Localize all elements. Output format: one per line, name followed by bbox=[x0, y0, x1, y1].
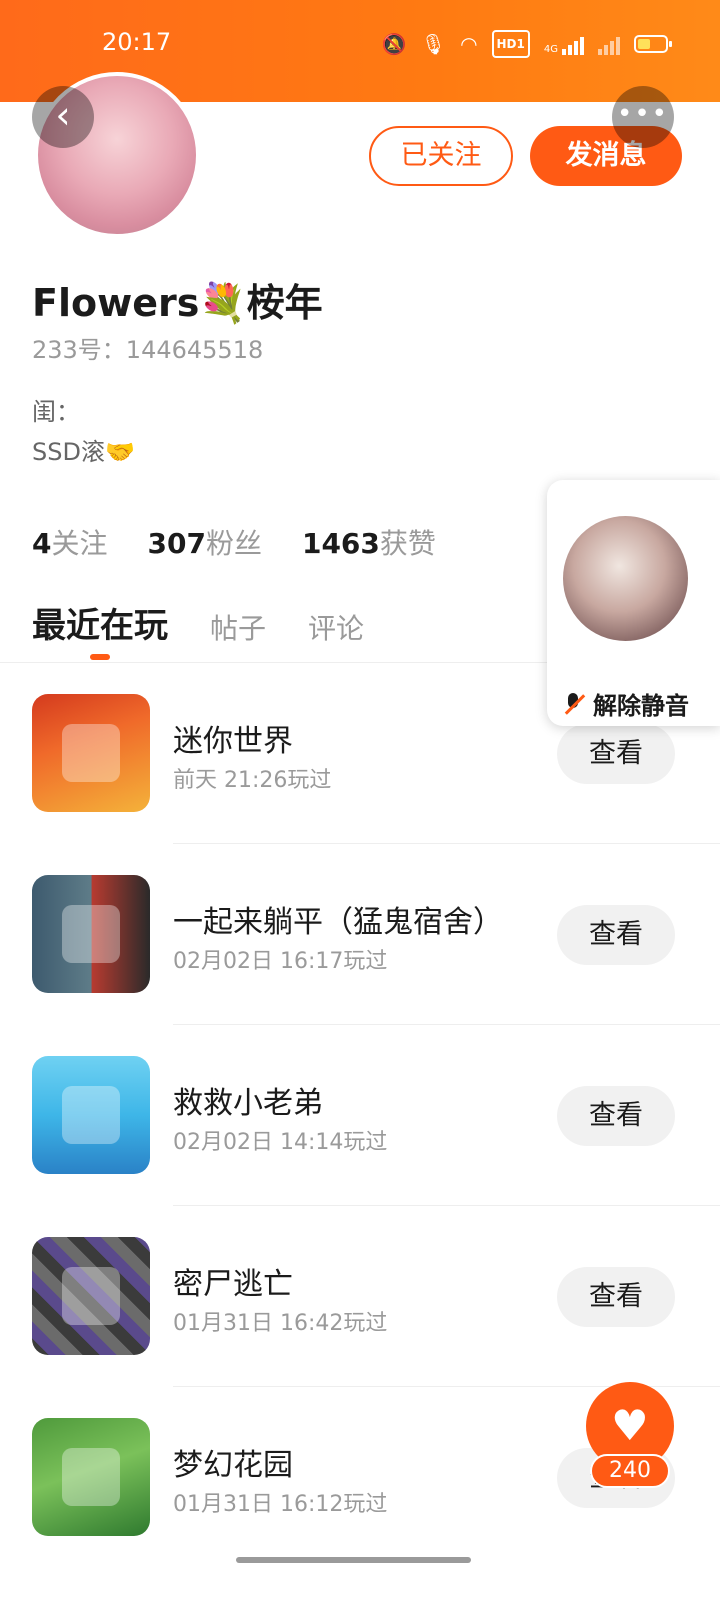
game-played-time: 前天 21:26玩过 bbox=[173, 768, 332, 793]
signal-4g-icon: 4G bbox=[544, 33, 584, 55]
like-count-badge: 240 bbox=[590, 1454, 670, 1488]
stat-following[interactable]: 4关注 bbox=[32, 522, 108, 562]
heart-icon: ♥ bbox=[611, 1401, 649, 1450]
game-played-time: 02月02日 16:17玩过 bbox=[173, 949, 388, 974]
profile-stats: 4关注 307粉丝 1463获赞 bbox=[32, 522, 436, 562]
wifi-icon: ◠ bbox=[460, 32, 478, 56]
status-time: 20:17 bbox=[102, 28, 172, 56]
profile-tabs: 最近在玩 帖子 评论 bbox=[32, 598, 364, 647]
username: Flowers💐桉年 bbox=[32, 281, 323, 325]
battery-level bbox=[638, 39, 650, 49]
mic-muted-icon bbox=[561, 692, 586, 716]
back-button[interactable]: ‹ bbox=[32, 86, 94, 148]
hd-icon: HD1 bbox=[491, 30, 530, 58]
more-options-button[interactable]: ••• bbox=[612, 86, 674, 148]
stat-followers[interactable]: 307粉丝 bbox=[148, 522, 262, 562]
view-button[interactable]: 查看 bbox=[557, 905, 675, 965]
game-name: 密尸逃亡 bbox=[173, 1267, 293, 1302]
game-list-item[interactable]: 一起来躺平（猛鬼宿舍） 02月02日 16:17玩过 查看 bbox=[0, 875, 720, 1056]
battery-icon bbox=[634, 35, 672, 53]
unmute-button[interactable]: 解除静音 bbox=[561, 686, 689, 721]
stat-label: 关注 bbox=[51, 527, 108, 560]
game-icon[interactable] bbox=[32, 1056, 150, 1174]
stat-label: 粉丝 bbox=[205, 527, 262, 560]
view-button[interactable]: 查看 bbox=[557, 1267, 675, 1327]
bio-line-2: SSD滚🤝 bbox=[32, 438, 135, 466]
row-divider bbox=[173, 1205, 720, 1206]
followed-button[interactable]: 已关注 bbox=[369, 126, 513, 186]
tab-recently-played[interactable]: 最近在玩 bbox=[32, 598, 168, 647]
voice-user-avatar[interactable] bbox=[563, 516, 688, 641]
game-played-time: 02月02日 14:14玩过 bbox=[173, 1130, 388, 1155]
game-icon[interactable] bbox=[32, 875, 150, 993]
stat-value: 307 bbox=[147, 527, 206, 560]
home-indicator[interactable] bbox=[236, 1557, 471, 1563]
game-icon[interactable] bbox=[32, 694, 150, 812]
view-button[interactable]: 查看 bbox=[557, 1086, 675, 1146]
stat-value: 4 bbox=[32, 527, 52, 560]
stat-likes[interactable]: 1463获赞 bbox=[302, 522, 436, 562]
game-name: 迷你世界 bbox=[173, 724, 293, 759]
game-name: 一起来躺平（猛鬼宿舍） bbox=[173, 905, 503, 940]
mic-icon: 🎙 bbox=[420, 32, 447, 56]
unmute-label: 解除静音 bbox=[593, 692, 689, 720]
row-divider bbox=[173, 1024, 720, 1025]
game-played-time: 01月31日 16:42玩过 bbox=[173, 1311, 388, 1336]
game-name: 救救小老弟 bbox=[173, 1086, 323, 1121]
game-icon[interactable] bbox=[32, 1237, 150, 1355]
tab-indicator bbox=[90, 654, 110, 660]
bio-line-1: 闺： bbox=[32, 398, 80, 426]
game-played-time: 01月31日 16:12玩过 bbox=[173, 1492, 388, 1517]
game-name: 梦幻花园 bbox=[173, 1448, 293, 1483]
user-id: 233号：144645518 bbox=[32, 336, 264, 364]
stat-value: 1463 bbox=[301, 527, 380, 560]
tab-comments[interactable]: 评论 bbox=[308, 607, 364, 647]
view-button[interactable]: 查看 bbox=[557, 724, 675, 784]
game-icon[interactable] bbox=[32, 1418, 150, 1536]
game-list-item[interactable]: 救救小老弟 02月02日 14:14玩过 查看 bbox=[0, 1056, 720, 1237]
floating-voice-card[interactable]: 解除静音 bbox=[547, 480, 720, 726]
signal-x-icon bbox=[598, 33, 620, 55]
mute-vibrate-icon: 🔕 bbox=[381, 32, 407, 56]
status-icons: 🔕 🎙 ◠ HD1 4G bbox=[381, 30, 672, 58]
stat-label: 获赞 bbox=[379, 527, 436, 560]
tab-posts[interactable]: 帖子 bbox=[210, 607, 266, 647]
row-divider bbox=[173, 843, 720, 844]
